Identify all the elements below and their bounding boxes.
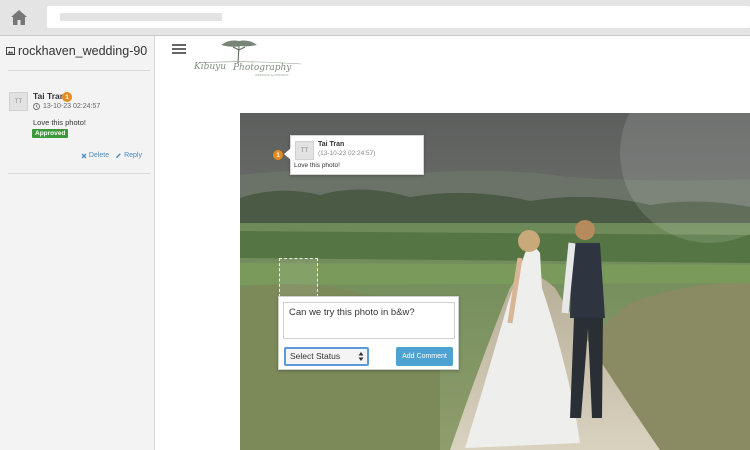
- address-bar[interactable]: [47, 6, 750, 28]
- home-button[interactable]: [6, 5, 32, 29]
- avatar: TT: [295, 141, 314, 160]
- tooltip-author: Tai Tran: [318, 141, 345, 148]
- pin-number-badge[interactable]: 1: [273, 150, 283, 160]
- comment-author: Tai Tran: [33, 91, 65, 101]
- comment-tooltip: TT Tai Tran (13-10-23 02:24:57) Love thi…: [284, 135, 424, 175]
- comment-number-badge[interactable]: 1: [62, 92, 72, 102]
- comment-form: Select Status Add Comment: [278, 296, 459, 370]
- close-icon: [81, 153, 87, 158]
- browser-toolbar: [0, 0, 750, 36]
- status-select[interactable]: Select Status: [284, 347, 369, 366]
- clock-icon: [33, 103, 40, 110]
- photo-title-text: rockhaven_wedding-90: [18, 44, 148, 58]
- svg-text:Photography: Photography: [232, 63, 292, 73]
- comments-sidebar: rockhaven_wedding-90 TT Tai Tran 1 13-10…: [0, 36, 155, 450]
- delete-label: Delete: [88, 152, 110, 159]
- hamburger-icon: [172, 44, 186, 46]
- photographer-logo: Kibuyu Photography WEDDING & PORTRAIT: [193, 40, 302, 77]
- divider: [8, 70, 150, 71]
- comment-timestamp-text: 13-10-23 02:24:57: [43, 103, 101, 110]
- add-comment-button[interactable]: Add Comment: [396, 347, 453, 366]
- status-badge: Approved: [32, 129, 69, 138]
- status-select-value: Select Status: [290, 351, 341, 361]
- comment-textarea[interactable]: [283, 302, 455, 339]
- tooltip-text: Love this photo!: [294, 162, 340, 169]
- comment-text: Love this photo!: [33, 118, 86, 127]
- reply-link[interactable]: Reply: [115, 152, 142, 159]
- svg-text:WEDDING & PORTRAIT: WEDDING & PORTRAIT: [255, 73, 289, 77]
- photo-title: rockhaven_wedding-90: [6, 44, 147, 58]
- comment-actions: Delete Reply: [81, 152, 142, 159]
- svg-text:Kibuyu: Kibuyu: [193, 62, 226, 72]
- reply-label: Reply: [124, 152, 142, 159]
- divider: [8, 173, 150, 174]
- comment-timestamp: 13-10-23 02:24:57: [33, 103, 100, 110]
- image-icon: [6, 47, 15, 55]
- annotation-marker-area[interactable]: [279, 258, 318, 297]
- hamburger-menu-button[interactable]: [172, 44, 186, 55]
- avatar: TT: [9, 92, 28, 111]
- pencil-icon: [116, 153, 121, 158]
- address-text-placeholder: [60, 13, 222, 21]
- home-icon: [11, 9, 27, 25]
- select-arrows-icon: [358, 352, 364, 361]
- tooltip-timestamp: (13-10-23 02:24:57): [318, 150, 376, 157]
- delete-link[interactable]: Delete: [81, 152, 109, 159]
